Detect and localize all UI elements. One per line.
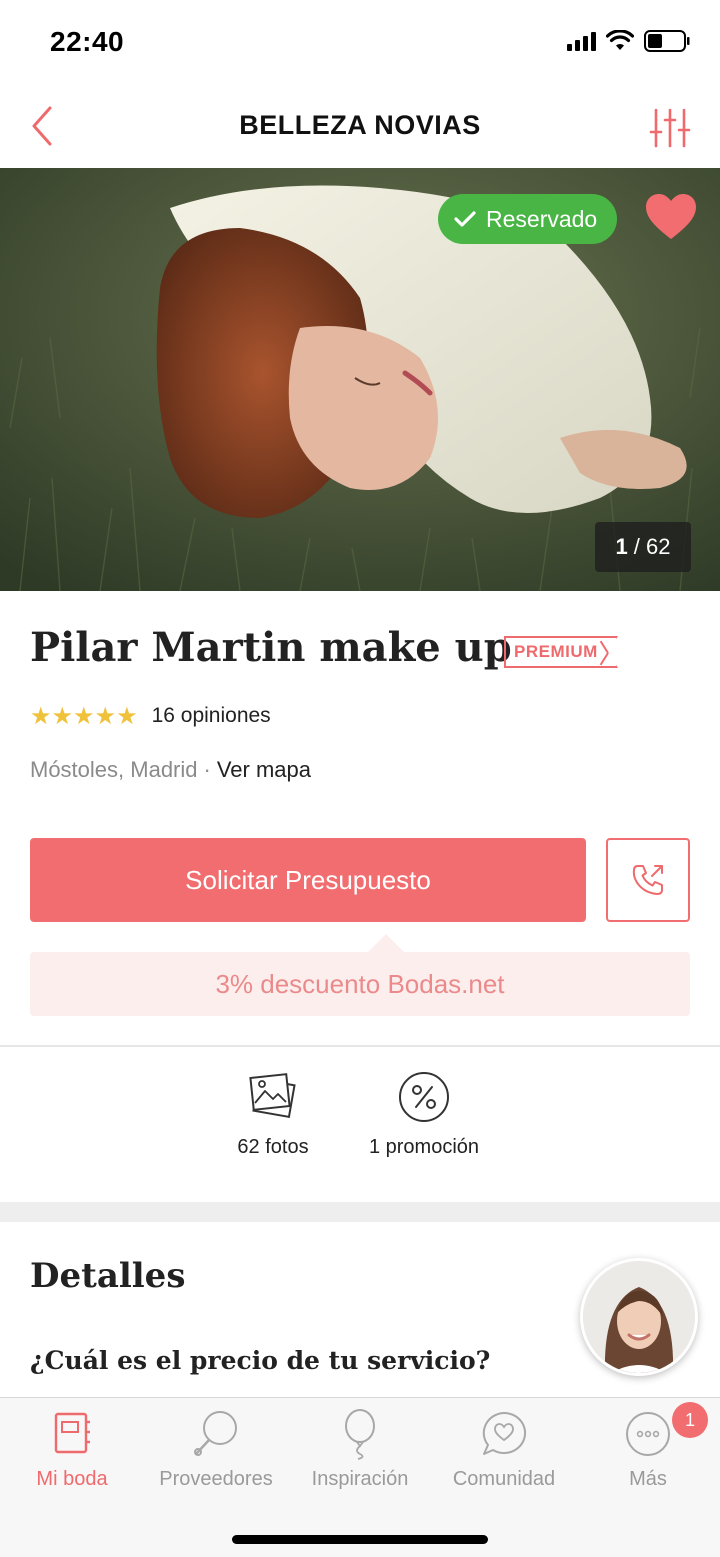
tab-mas[interactable]: Más 1: [576, 1402, 720, 1491]
call-button[interactable]: [606, 838, 690, 922]
page-title: BELLEZA NOVIAS: [239, 110, 481, 140]
notification-badge: 1: [672, 1402, 708, 1438]
status-bar: 22:40: [0, 0, 720, 88]
location-text: Móstoles, Madrid: [30, 757, 198, 782]
photos-stat[interactable]: 62 fotos: [228, 1070, 318, 1159]
assistant-avatar[interactable]: [580, 1258, 698, 1376]
filter-button[interactable]: [648, 106, 692, 150]
tab-label: Inspiración: [311, 1468, 409, 1490]
photos-count: 62 fotos: [237, 1136, 309, 1158]
tab-proveedores[interactable]: Proveedores: [144, 1406, 288, 1491]
tab-inspiracion[interactable]: Inspiración: [288, 1406, 432, 1491]
rating-row[interactable]: ★★★★★ 16 opiniones: [30, 704, 271, 728]
vendor-name: Pilar Martin make up: [30, 624, 512, 671]
discount-banner[interactable]: 3% descuento Bodas.net: [30, 952, 690, 1016]
location-separator: ·: [203, 757, 211, 782]
top-nav-bar: BELLEZA NOVIAS: [0, 88, 720, 168]
reserved-badge[interactable]: Reservado: [438, 194, 618, 244]
photo-current: 1: [615, 534, 628, 559]
checkmark-icon: [454, 211, 476, 227]
magnifier-icon: [188, 1406, 244, 1462]
photos-icon: [249, 1073, 296, 1119]
balloon-icon: [332, 1406, 388, 1462]
reserved-label: Reservado: [486, 205, 598, 232]
rating-stars: ★★★★★: [30, 702, 138, 730]
tab-label: Proveedores: [159, 1468, 273, 1490]
premium-badge: PREMIUM: [504, 636, 618, 668]
bottom-tab-bar: Mi boda Proveedores Inspiración Comunida…: [0, 1397, 720, 1557]
phone-call-icon: [632, 865, 663, 895]
home-indicator[interactable]: [232, 1535, 488, 1544]
signal-icon: [567, 31, 596, 51]
tab-label: Mi boda: [36, 1468, 108, 1490]
percent-icon: [399, 1072, 449, 1122]
view-map-link[interactable]: Ver mapa: [217, 757, 311, 782]
sliders-icon: [649, 108, 691, 148]
premium-label: PREMIUM: [514, 642, 598, 661]
tab-comunidad[interactable]: Comunidad: [432, 1406, 576, 1491]
reviews-count[interactable]: 16 opiniones: [152, 704, 271, 728]
promotions-count: 1 promoción: [368, 1136, 480, 1158]
section-separator: [0, 1202, 720, 1222]
photo-counter: 1 / 62: [595, 522, 691, 572]
battery-icon: [644, 30, 690, 52]
wedding-book-icon: [44, 1406, 100, 1462]
assistant-photo: [583, 1261, 695, 1373]
heart-icon: [646, 194, 696, 239]
request-quote-button[interactable]: Solicitar Presupuesto: [30, 838, 586, 922]
promotions-stat[interactable]: 1 promoción: [356, 1070, 492, 1159]
price-question: ¿Cuál es el precio de tu servicio?: [30, 1346, 491, 1375]
wifi-icon: [606, 30, 634, 50]
tab-mi-boda[interactable]: Mi boda: [0, 1406, 144, 1491]
discount-pointer: [368, 934, 404, 952]
details-heading: Detalles: [30, 1256, 186, 1296]
status-icons: [567, 30, 690, 52]
chat-heart-icon: [476, 1406, 532, 1462]
more-icon: [620, 1406, 676, 1462]
location-row: Móstoles, Madrid · Ver mapa: [30, 757, 311, 783]
status-time: 22:40: [50, 26, 125, 57]
section-divider: [0, 1045, 720, 1047]
favorite-button[interactable]: [644, 192, 698, 242]
photo-total: / 62: [633, 534, 671, 559]
tab-label: Comunidad: [452, 1468, 556, 1490]
tab-label: Más: [629, 1468, 667, 1490]
vendor-photo-gallery[interactable]: Reservado 1 / 62: [0, 168, 720, 591]
